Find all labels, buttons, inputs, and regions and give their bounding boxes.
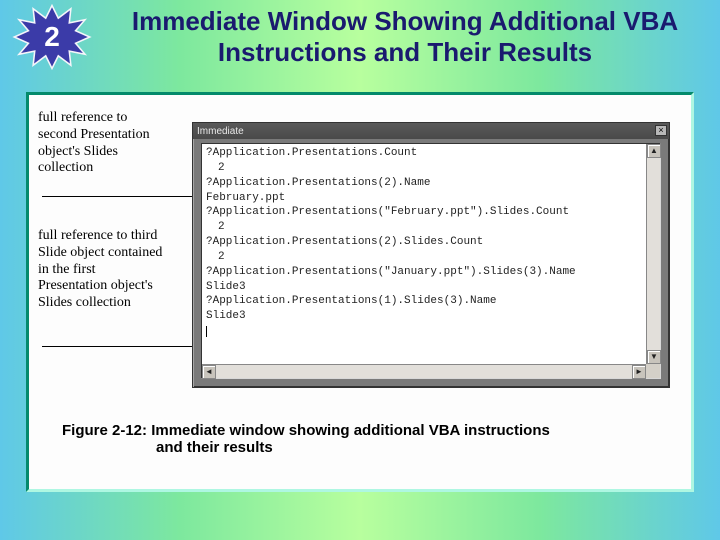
immediate-window-text[interactable]: ?Application.Presentations.Count2?Applic… bbox=[206, 146, 646, 364]
scroll-corner bbox=[646, 364, 660, 378]
annotation-third-slide: full reference to third Slide object con… bbox=[38, 228, 164, 312]
immediate-window-titlebar[interactable]: Immediate × bbox=[193, 123, 669, 139]
scroll-track[interactable] bbox=[647, 158, 660, 350]
scroll-up-icon[interactable]: ▲ bbox=[647, 144, 661, 158]
immediate-window-title: Immediate bbox=[197, 126, 244, 137]
scroll-left-icon[interactable]: ◄ bbox=[202, 365, 216, 379]
chapter-number: 2 bbox=[12, 4, 92, 70]
vertical-scrollbar[interactable]: ▲ ▼ bbox=[646, 144, 660, 364]
figure-caption-line1: Immediate window showing additional VBA … bbox=[147, 422, 550, 439]
figure-caption-line2: and their results bbox=[62, 439, 273, 456]
scroll-down-icon[interactable]: ▼ bbox=[647, 350, 661, 364]
scroll-track[interactable] bbox=[216, 365, 632, 378]
immediate-window: Immediate × ?Application.Presentations.C… bbox=[192, 122, 670, 388]
immediate-window-body[interactable]: ?Application.Presentations.Count2?Applic… bbox=[201, 143, 661, 379]
slide-title: Immediate Window Showing Additional VBA … bbox=[110, 6, 700, 67]
annotation-second-presentation: full reference to second Presentation ob… bbox=[38, 110, 158, 177]
figure-label: Figure 2-12: bbox=[62, 422, 147, 439]
figure-caption: Figure 2-12: Immediate window showing ad… bbox=[62, 422, 642, 456]
horizontal-scrollbar[interactable]: ◄ ► bbox=[202, 364, 646, 378]
close-icon[interactable]: × bbox=[655, 125, 667, 136]
scroll-right-icon[interactable]: ► bbox=[632, 365, 646, 379]
chapter-burst-badge: 2 bbox=[12, 4, 92, 70]
